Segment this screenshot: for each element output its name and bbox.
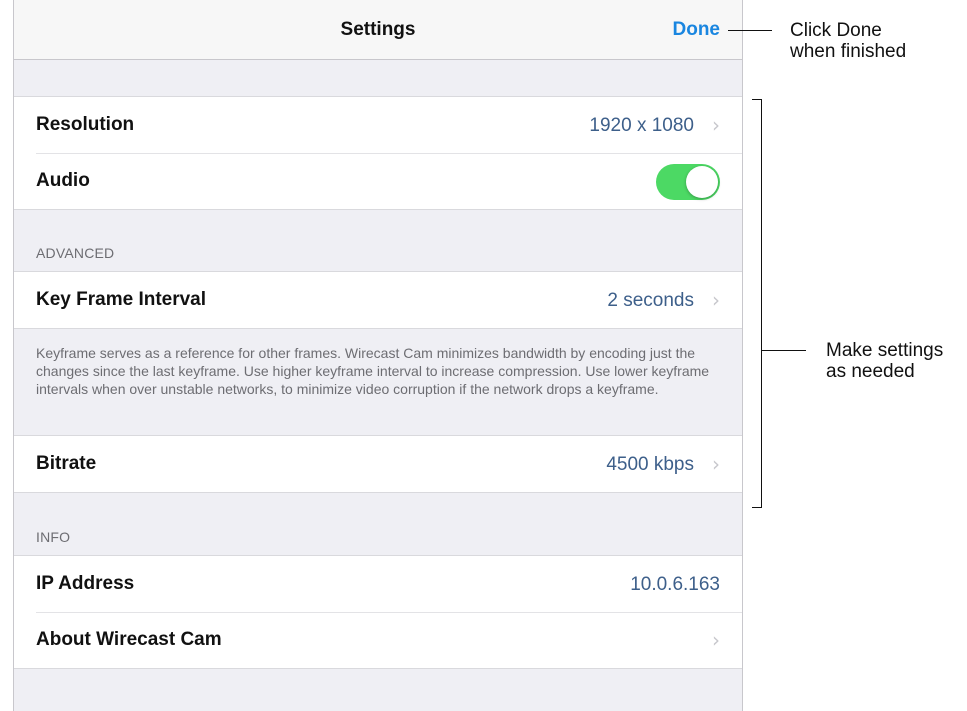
- chevron-right-icon: ›: [712, 288, 720, 312]
- chevron-right-icon: ›: [712, 113, 720, 137]
- key-frame-value: 2 seconds: [607, 290, 694, 311]
- settings-callout-text: Make settings as needed: [826, 340, 944, 382]
- about-label: About Wirecast Cam: [36, 629, 222, 650]
- chevron-right-icon: ›: [712, 628, 720, 652]
- resolution-row[interactable]: Resolution 1920 x 1080 ›: [14, 97, 742, 153]
- bitrate-row[interactable]: Bitrate 4500 kbps ›: [14, 436, 742, 492]
- ip-address-row: IP Address 10.0.6.163: [14, 556, 742, 612]
- ip-address-value: 10.0.6.163: [630, 574, 720, 595]
- info-group: IP Address 10.0.6.163 About Wirecast Cam…: [14, 555, 742, 669]
- audio-toggle[interactable]: [656, 164, 720, 200]
- bitrate-group: Bitrate 4500 kbps ›: [14, 435, 742, 493]
- audio-label: Audio: [36, 170, 90, 191]
- page-title: Settings: [340, 19, 416, 40]
- settings-panel: Settings Done Resolution 1920 x 1080 › A…: [13, 0, 743, 711]
- about-row[interactable]: About Wirecast Cam ›: [14, 612, 742, 668]
- info-section-header: INFO: [36, 529, 71, 545]
- chevron-right-icon: ›: [712, 452, 720, 476]
- bracket-bottom: [752, 507, 762, 508]
- done-callout-text: Click Done when finished: [790, 20, 907, 62]
- toggle-knob: [686, 166, 718, 198]
- bracket-vertical: [761, 99, 762, 508]
- main-settings-group: Resolution 1920 x 1080 › Audio: [14, 96, 742, 210]
- ip-address-label: IP Address: [36, 573, 135, 594]
- navigation-bar: Settings Done: [14, 0, 742, 60]
- advanced-section-header: ADVANCED: [36, 245, 115, 261]
- resolution-label: Resolution: [36, 114, 135, 135]
- audio-row: Audio: [14, 153, 742, 209]
- resolution-value: 1920 x 1080: [589, 115, 694, 136]
- key-frame-label: Key Frame Interval: [36, 289, 207, 310]
- settings-callout-line: [762, 350, 806, 351]
- key-frame-row[interactable]: Key Frame Interval 2 seconds ›: [14, 272, 742, 328]
- done-callout-line: [728, 30, 772, 31]
- key-frame-description: Keyframe serves as a reference for other…: [36, 345, 710, 397]
- key-frame-group: Key Frame Interval 2 seconds ›: [14, 271, 742, 329]
- bitrate-label: Bitrate: [36, 453, 97, 474]
- done-button[interactable]: Done: [673, 19, 721, 41]
- bitrate-value: 4500 kbps: [606, 454, 694, 475]
